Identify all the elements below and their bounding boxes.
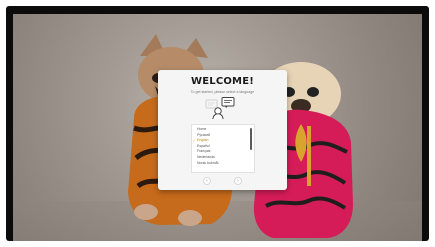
language-illustration-icon: [205, 97, 235, 120]
previous-button[interactable]: ‹: [203, 177, 211, 185]
language-list[interactable]: Home Русский ✓ English Español Français …: [191, 124, 255, 173]
app-window: WELCOME! To get started, please select a…: [0, 0, 435, 247]
dialog-subtitle: To get started, please select a language: [190, 90, 255, 94]
next-button[interactable]: ›: [234, 177, 242, 185]
welcome-dialog: WELCOME! To get started, please select a…: [158, 70, 287, 190]
scrollbar[interactable]: [250, 128, 252, 150]
language-item[interactable]: Norsk bokmål: [197, 161, 248, 167]
dialog-title: WELCOME!: [190, 76, 255, 87]
check-icon: ✓: [192, 138, 196, 144]
chevron-left-icon: ‹: [206, 178, 208, 184]
chevron-right-icon: ›: [237, 178, 239, 184]
language-list-items: Home Русский ✓ English Español Français …: [192, 127, 248, 167]
language-item-label: English: [197, 138, 209, 143]
